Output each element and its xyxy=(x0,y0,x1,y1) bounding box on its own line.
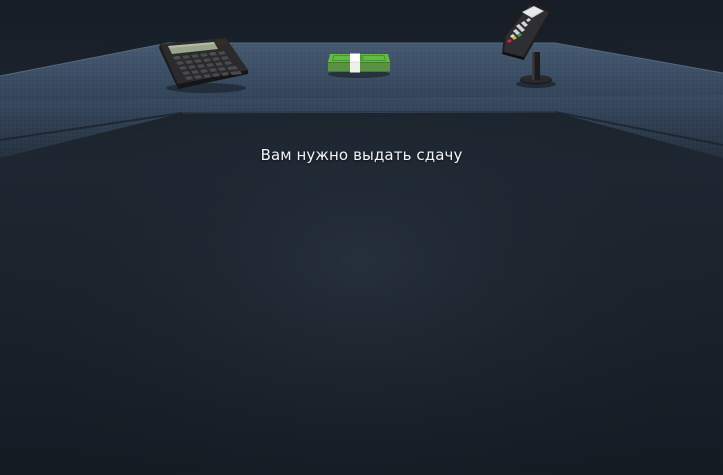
game-scene: Вам нужно выдать сдачу xyxy=(0,0,723,475)
pos-terminal-icon[interactable] xyxy=(494,0,564,90)
calculator-icon[interactable] xyxy=(156,36,250,94)
banknotes-icon[interactable] xyxy=(326,50,392,78)
instruction-text: Вам нужно выдать сдачу xyxy=(260,146,463,164)
